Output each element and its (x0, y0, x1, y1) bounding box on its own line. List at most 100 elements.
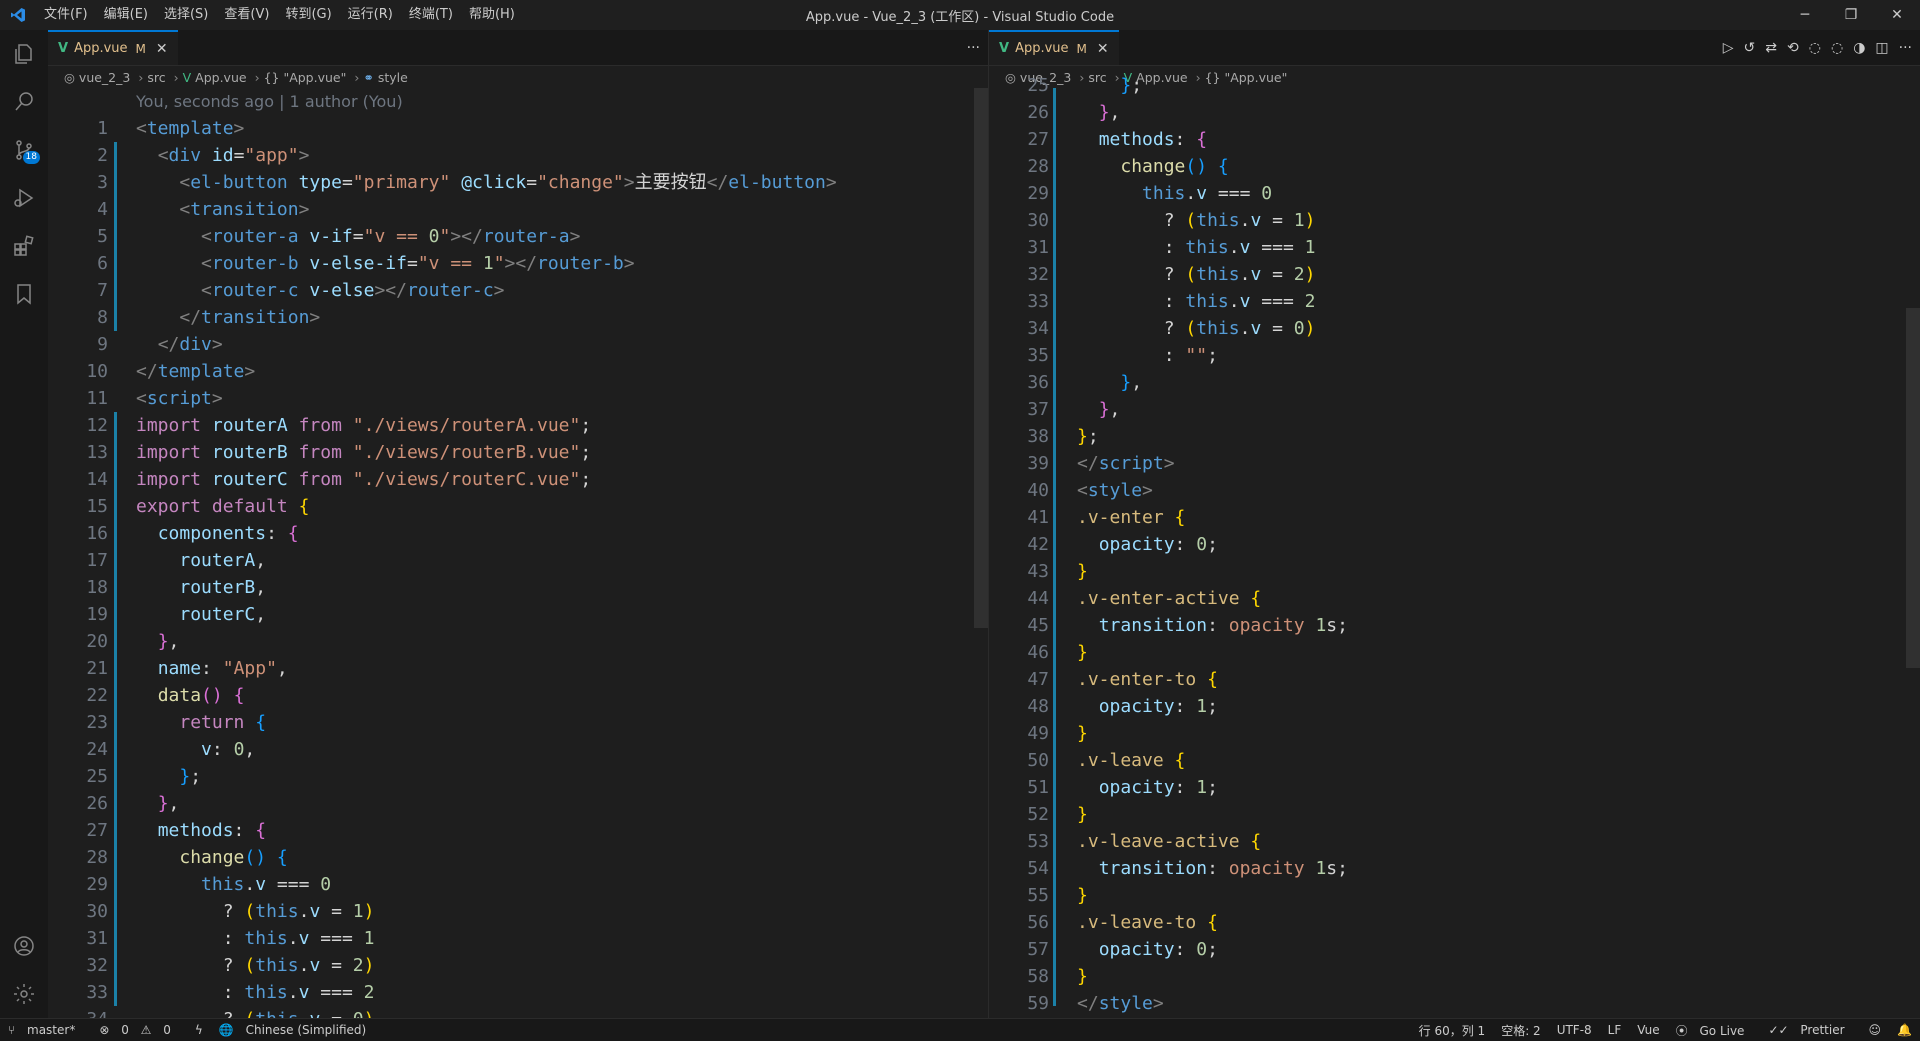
run-icon[interactable]: ▷ (1723, 40, 1734, 56)
breadcrumb-item[interactable]: {} "App.vue" (264, 70, 347, 85)
more-actions-icon[interactable]: ··· (1899, 40, 1912, 56)
code-line[interactable]: 32 ? (this.v = 2) (989, 261, 1920, 288)
code-line[interactable]: 25 }; (989, 72, 1920, 99)
code-line[interactable]: 21 name: "App", (48, 655, 988, 682)
code-line[interactable]: 42 opacity: 0; (989, 531, 1920, 558)
code-line[interactable]: 26 }, (989, 99, 1920, 126)
code-line[interactable]: 13 import routerB from "./views/routerB.v… (48, 439, 988, 466)
tab-app-vue-left[interactable]: V App.vue M ✕ (48, 30, 178, 65)
indentation[interactable]: 空格: 2 (1493, 1022, 1549, 1039)
search-icon[interactable] (0, 78, 48, 126)
code-line[interactable]: 35 : ""; (989, 342, 1920, 369)
eol[interactable]: LF (1600, 1023, 1630, 1037)
code-line[interactable]: 23 return { (48, 709, 988, 736)
code-line[interactable]: 36 }, (989, 369, 1920, 396)
menu-selection[interactable]: 选择(S) (156, 0, 216, 30)
code-line[interactable]: 15 export default { (48, 493, 988, 520)
code-line[interactable]: 34 ? (this.v = 0) (48, 1006, 988, 1018)
code-line[interactable]: 34 ? (this.v = 0) (989, 315, 1920, 342)
timeline-icon[interactable]: ↺ (1744, 40, 1756, 56)
code-line[interactable]: 16 components: { (48, 520, 988, 547)
left-scrollbar[interactable] (974, 88, 988, 1008)
code-line[interactable]: 33 : this.v === 2 (989, 288, 1920, 315)
code-line[interactable]: 59 </style> (989, 990, 1920, 1017)
more-actions-icon[interactable]: ··· (967, 40, 980, 56)
bookmark-icon[interactable] (0, 270, 48, 318)
code-line[interactable]: 30 ? (this.v = 1) (48, 898, 988, 925)
code-line[interactable]: 52} (989, 801, 1920, 828)
tab-app-vue-right[interactable]: V App.vue M ✕ (989, 30, 1119, 65)
lightning-icon[interactable]: ϟ (187, 1023, 211, 1037)
close-tab-icon[interactable]: ✕ (1097, 41, 1109, 57)
codelens-blame[interactable]: You, seconds ago | 1 author (You) (136, 88, 403, 115)
compare-changes-icon[interactable]: ⇄ (1765, 40, 1777, 56)
code-line[interactable]: 41 .v-enter { (989, 504, 1920, 531)
breadcrumb-item[interactable]: vue_2_3 (79, 70, 130, 85)
notifications-icon[interactable]: 🔔 (1889, 1023, 1920, 1037)
close-window-button[interactable]: ✕ (1874, 0, 1920, 30)
code-line[interactable]: 27 methods: { (48, 817, 988, 844)
code-line[interactable]: 32 ? (this.v = 2) (48, 952, 988, 979)
left-code-area[interactable]: You, seconds ago | 1 author (You) 1 <temp… (48, 88, 988, 1018)
scroll-thumb[interactable] (974, 88, 988, 628)
git-lens-icon[interactable]: ◑ (1853, 40, 1865, 56)
scroll-thumb[interactable] (1906, 308, 1920, 668)
menu-terminal[interactable]: 终端(T) (401, 0, 461, 30)
menu-edit[interactable]: 编辑(E) (96, 0, 156, 30)
explorer-icon[interactable] (0, 30, 48, 78)
menu-help[interactable]: 帮助(H) (461, 0, 523, 30)
code-line[interactable]: 54 transition: opacity 1s; (989, 855, 1920, 882)
close-tab-icon[interactable]: ✕ (156, 41, 168, 57)
code-line[interactable]: 2 <div id="app"> (48, 142, 988, 169)
code-line[interactable]: 31 : this.v === 1 (989, 234, 1920, 261)
code-line[interactable]: 10 </template> (48, 358, 988, 385)
code-line[interactable]: 49} (989, 720, 1920, 747)
minimize-button[interactable]: ─ (1782, 0, 1828, 30)
code-line[interactable]: 26 }, (48, 790, 988, 817)
open-changes-icon[interactable]: ⟲ (1787, 40, 1799, 56)
menu-file[interactable]: 文件(F) (36, 0, 96, 30)
prettier-button[interactable]: ✓✓ Prettier (1760, 1023, 1860, 1037)
breadcrumb-item[interactable]: src (147, 70, 165, 85)
code-line[interactable]: 58} (989, 963, 1920, 990)
code-line[interactable]: 29 this.v === 0 (989, 180, 1920, 207)
code-line[interactable]: 7 <router-c v-else></router-c> (48, 277, 988, 304)
next-change-icon[interactable]: ◌ (1831, 40, 1843, 56)
language-pack-indicator[interactable]: 🌐 Chinese (Simplified) (211, 1023, 382, 1037)
code-line[interactable]: 44 .v-enter-active { (989, 585, 1920, 612)
code-line[interactable]: 24 v: 0, (48, 736, 988, 763)
code-line[interactable]: 57 opacity: 0; (989, 936, 1920, 963)
code-line[interactable]: 31 : this.v === 1 (48, 925, 988, 952)
code-line[interactable]: 50 .v-leave { (989, 747, 1920, 774)
menu-view[interactable]: 查看(V) (216, 0, 277, 30)
source-control-icon[interactable]: 18 (0, 126, 48, 174)
code-line[interactable]: 47 .v-enter-to { (989, 666, 1920, 693)
split-editor-icon[interactable]: ◫ (1875, 40, 1888, 56)
code-line[interactable]: 14 import routerC from "./views/routerC.v… (48, 466, 988, 493)
code-line[interactable]: 29 this.v === 0 (48, 871, 988, 898)
code-line[interactable]: 17 routerA, (48, 547, 988, 574)
code-line[interactable]: 55} (989, 882, 1920, 909)
menu-go[interactable]: 转到(G) (277, 0, 339, 30)
code-line[interactable]: 30 ? (this.v = 1) (989, 207, 1920, 234)
code-line[interactable]: 53 .v-leave-active { (989, 828, 1920, 855)
menu-run[interactable]: 运行(R) (340, 0, 401, 30)
code-line[interactable]: 40 <style> (989, 477, 1920, 504)
code-line[interactable]: 4 <transition> (48, 196, 988, 223)
run-debug-icon[interactable] (0, 174, 48, 222)
code-line[interactable]: 56 .v-leave-to { (989, 909, 1920, 936)
code-line[interactable]: 8 </transition> (48, 304, 988, 331)
right-scrollbar[interactable] (1906, 88, 1920, 1008)
code-line[interactable]: 19 routerC, (48, 601, 988, 628)
code-line[interactable]: 1 <template> (48, 115, 988, 142)
code-line[interactable]: 46} (989, 639, 1920, 666)
language-mode[interactable]: Vue (1629, 1023, 1667, 1037)
code-line[interactable]: 22 data() { (48, 682, 988, 709)
account-icon[interactable] (0, 922, 48, 970)
code-line[interactable]: 3 <el-button type="primary" @click="chan… (48, 169, 988, 196)
code-line[interactable]: 28 change() { (989, 153, 1920, 180)
code-line[interactable]: 48 opacity: 1; (989, 693, 1920, 720)
problems-indicator[interactable]: ⊗ 0 ⚠ 0 (91, 1023, 187, 1037)
right-code-area[interactable]: 25 }; 26 }, 27 methods: {28 change() {29 t… (989, 75, 1920, 1014)
settings-gear-icon[interactable] (0, 970, 48, 1018)
